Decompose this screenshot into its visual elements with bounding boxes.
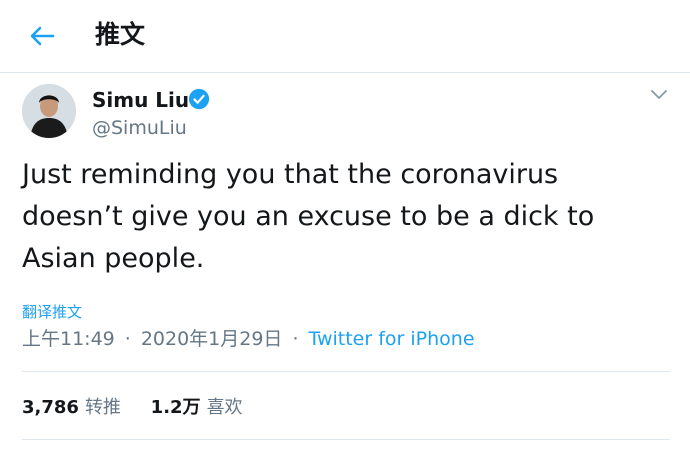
- chevron-down-icon: [651, 90, 667, 99]
- retweets-label: 转推: [84, 397, 121, 418]
- meta-separator: ·: [292, 328, 299, 350]
- likes-count: 1.2万: [150, 397, 201, 418]
- tweet-meta: 上午11:49 · 2020年1月29日 · Twitter for iPhone: [22, 325, 475, 353]
- divider: [22, 371, 670, 372]
- tweet-time: 上午11:49: [22, 328, 115, 350]
- divider: [22, 439, 670, 440]
- retweets-stat[interactable]: 3,786 转推: [22, 394, 121, 422]
- meta-separator: ·: [124, 328, 131, 350]
- retweets-count: 3,786: [22, 397, 79, 418]
- page-title: 推文: [95, 20, 146, 49]
- avatar-image: [22, 84, 76, 138]
- arrow-left-icon: [30, 26, 55, 46]
- tweet-source-link[interactable]: Twitter for iPhone: [308, 328, 474, 350]
- tweet-date: 2020年1月29日: [140, 328, 283, 350]
- likes-stat[interactable]: 1.2万 喜欢: [151, 394, 243, 422]
- tweet-detail-screen: 推文 Simu Liu @SimuLiu Just reminding you …: [0, 0, 690, 453]
- author-name[interactable]: Simu Liu: [92, 87, 189, 113]
- tweet-text: Just reminding you that the coronavirus …: [22, 159, 595, 274]
- verified-badge-icon: [188, 88, 210, 110]
- more-options-button[interactable]: [648, 86, 670, 104]
- translate-tweet-link[interactable]: 翻译推文: [22, 302, 82, 322]
- author-handle[interactable]: @SimuLiu: [92, 116, 187, 140]
- likes-label: 喜欢: [206, 397, 243, 418]
- tweet-stats: 3,786 转推 1.2万 喜欢: [22, 394, 267, 422]
- avatar[interactable]: [22, 84, 76, 138]
- back-button[interactable]: [22, 18, 62, 54]
- top-bar: 推文: [0, 0, 690, 73]
